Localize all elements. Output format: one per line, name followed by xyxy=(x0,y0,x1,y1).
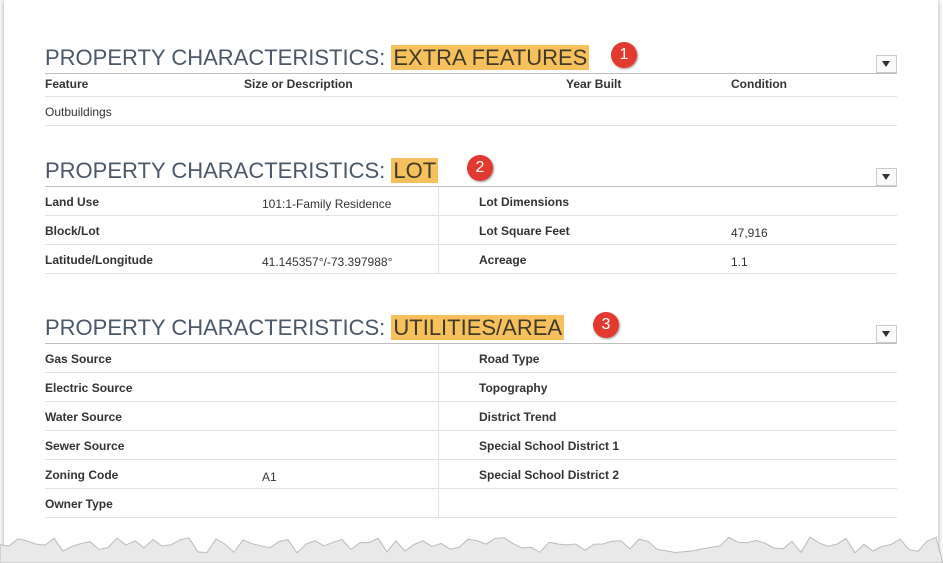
field-label: Land Use xyxy=(45,195,100,209)
callout-badge: 1 xyxy=(611,42,637,68)
title-prefix: PROPERTY CHARACTERISTICS: xyxy=(45,45,392,70)
title-prefix: PROPERTY CHARACTERISTICS: xyxy=(45,315,392,340)
cell-feature: Outbuildings xyxy=(45,105,112,119)
field-label: Acreage xyxy=(479,253,527,267)
column-divider xyxy=(438,245,439,273)
title-highlight: UTILITIES/AREA xyxy=(391,315,565,340)
collapse-dropdown-button[interactable] xyxy=(876,168,897,186)
field-label: Lot Dimensions xyxy=(479,195,570,209)
table-header: Feature Size or Description Year Built C… xyxy=(45,74,897,97)
column-divider xyxy=(438,489,439,517)
field-value: 41.145357°/-73.397988° xyxy=(262,255,393,269)
lot-section: PROPERTY CHARACTERISTICS: LOT 2 Land Use… xyxy=(45,155,897,274)
table-row: Latitude/Longitude 41.145357°/-73.397988°… xyxy=(45,245,897,274)
field-label: Gas Source xyxy=(45,352,112,366)
table-row: Block/Lot Lot Square Feet 47,916 xyxy=(45,216,897,245)
table-row: Water Source District Trend xyxy=(45,402,897,431)
field-label: Electric Source xyxy=(45,381,133,395)
extra-features-section: PROPERTY CHARACTERISTICS: EXTRA FEATURES… xyxy=(45,42,897,126)
column-header: Condition xyxy=(731,77,787,91)
column-header: Feature xyxy=(45,77,89,91)
field-label: Zoning Code xyxy=(45,468,119,482)
table-row: Sewer Source Special School District 1 xyxy=(45,431,897,460)
field-value: A1 xyxy=(262,470,277,484)
table-row: Land Use 101:1-Family Residence Lot Dimens… xyxy=(45,187,897,216)
column-divider xyxy=(438,187,439,215)
field-label: Owner Type xyxy=(45,497,113,511)
table-row: Gas Source Road Type xyxy=(45,344,897,373)
field-label: Water Source xyxy=(45,410,122,424)
title-highlight: LOT xyxy=(391,158,439,183)
field-label: Special School District 1 xyxy=(479,439,620,453)
field-label: Special School District 2 xyxy=(479,468,620,482)
field-label: Topography xyxy=(479,381,548,395)
column-header: Size or Description xyxy=(244,77,353,91)
table-row: Zoning Code A1 Special School District 2 xyxy=(45,460,897,489)
section-title: PROPERTY CHARACTERISTICS: UTILITIES/AREA… xyxy=(45,312,897,344)
field-label: Latitude/Longitude xyxy=(45,253,153,267)
field-value: 1.1 xyxy=(731,255,748,269)
callout-badge: 3 xyxy=(593,312,619,338)
utilities-area-section: PROPERTY CHARACTERISTICS: UTILITIES/AREA… xyxy=(45,312,897,518)
field-label: Block/Lot xyxy=(45,224,100,238)
field-value: 47,916 xyxy=(731,226,768,240)
column-divider xyxy=(438,402,439,430)
field-value: 101:1-Family Residence xyxy=(262,197,392,211)
table-row: Electric Source Topography xyxy=(45,373,897,402)
field-label: Lot Square Feet xyxy=(479,224,570,238)
field-label: Road Type xyxy=(479,352,540,366)
column-divider xyxy=(438,431,439,459)
title-prefix: PROPERTY CHARACTERISTICS: xyxy=(45,158,392,183)
callout-badge: 2 xyxy=(467,155,493,181)
collapse-dropdown-button[interactable] xyxy=(876,55,897,73)
column-header: Year Built xyxy=(566,77,622,91)
section-title: PROPERTY CHARACTERISTICS: EXTRA FEATURES… xyxy=(45,42,897,74)
field-label: Sewer Source xyxy=(45,439,125,453)
collapse-dropdown-button[interactable] xyxy=(876,325,897,343)
torn-paper-edge xyxy=(0,536,943,563)
field-label: District Trend xyxy=(479,410,557,424)
table-row: Owner Type xyxy=(45,489,897,518)
column-divider xyxy=(438,344,439,372)
table-row: Outbuildings xyxy=(45,97,897,126)
column-divider xyxy=(438,373,439,401)
column-divider xyxy=(438,216,439,244)
section-title: PROPERTY CHARACTERISTICS: LOT 2 xyxy=(45,155,897,187)
column-divider xyxy=(438,460,439,488)
title-highlight: EXTRA FEATURES xyxy=(391,45,590,70)
